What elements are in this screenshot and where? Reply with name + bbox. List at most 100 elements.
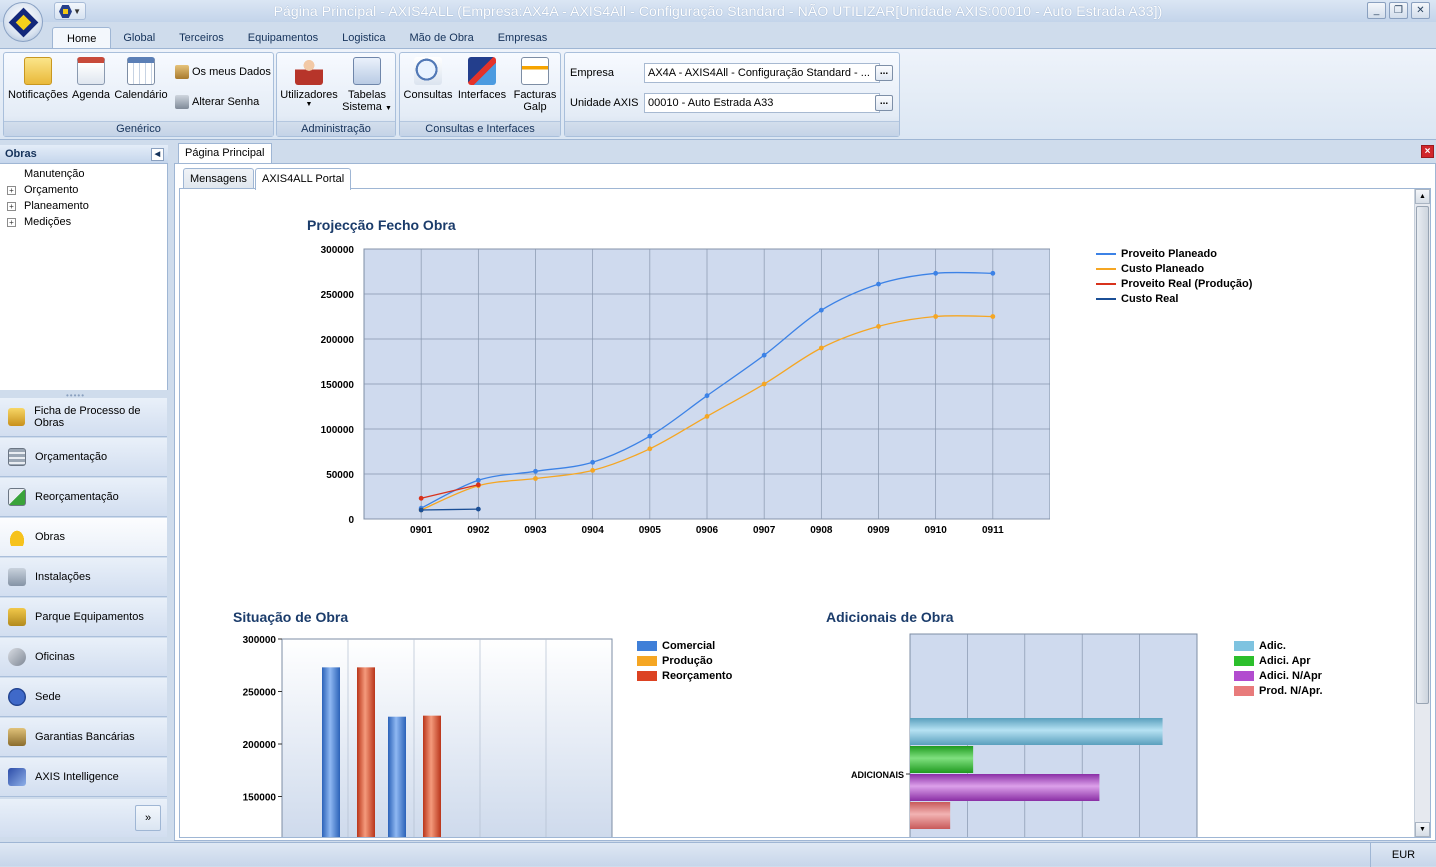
unidade-axis-label: Unidade AXIS <box>570 97 639 109</box>
tree-item-orcamento[interactable]: + Orçamento <box>7 182 78 198</box>
utilizadores-button[interactable]: Utilizadores ▼ <box>279 57 339 108</box>
chart1-data-point <box>933 270 939 276</box>
quick-access-toolbar-button[interactable]: ▼ <box>54 2 86 20</box>
more-nav-buttons[interactable]: » <box>135 805 161 831</box>
legend-item-custo-planeado: Custo Planeado <box>1096 261 1252 276</box>
nav-obras[interactable]: Obras <box>0 518 167 557</box>
nav-header-title: Obras <box>5 148 37 160</box>
interfaces-label: Interfaces <box>457 89 507 101</box>
empresa-label: Empresa <box>570 67 615 79</box>
chart2-bar <box>388 716 406 837</box>
tree-item-medicoes[interactable]: + Medições <box>7 214 71 230</box>
nav-axis-intelligence[interactable]: AXIS Intelligence <box>0 758 167 797</box>
cube-icon <box>8 768 26 786</box>
close-document-button[interactable]: × <box>1421 145 1434 158</box>
notificacoes-button[interactable]: Notificações <box>7 57 69 101</box>
chart1-x-tick-label: 0904 <box>582 525 605 536</box>
consultas-button[interactable]: Consultas <box>402 57 454 101</box>
expand-icon[interactable]: + <box>7 217 16 227</box>
close-window-button[interactable]: ✕ <box>1411 2 1430 19</box>
unidade-axis-field[interactable]: 00010 - Auto Estrada A33 <box>644 93 880 113</box>
nav-oficinas[interactable]: Oficinas <box>0 638 167 677</box>
chart1-y-tick-label: 250000 <box>321 290 355 301</box>
agenda-label: Agenda <box>72 89 110 101</box>
alterar-senha-label: Alterar Senha <box>192 96 260 108</box>
reorcamentacao-icon <box>8 488 26 506</box>
expand-icon[interactable]: + <box>7 185 16 195</box>
subtab-mensagens[interactable]: Mensagens <box>183 168 254 189</box>
ribbon-tabs: Home Global Terceiros Equipamentos Logis… <box>52 27 559 49</box>
expand-icon[interactable]: + <box>7 201 16 211</box>
nav-reorcamentacao[interactable]: Reorçamentação <box>0 478 167 517</box>
tree-item-planeamento[interactable]: + Planeamento <box>7 198 89 214</box>
nav-orcamentacao[interactable]: Orçamentação <box>0 438 167 477</box>
chart1-legend: Proveito Planeado Custo Planeado Proveit… <box>1096 246 1252 306</box>
tab-empresas[interactable]: Empresas <box>486 27 560 49</box>
nav-parque-equipamentos[interactable]: Parque Equipamentos <box>0 598 167 637</box>
building-icon <box>8 568 26 586</box>
group-generico-label: Genérico <box>4 121 273 136</box>
facturas-galp-button[interactable]: Facturas Galp <box>510 57 560 113</box>
nav-ficha-processo-obras[interactable]: Ficha de Processo de Obras <box>0 398 167 437</box>
meus-dados-button[interactable]: Os meus Dados <box>175 65 271 79</box>
utilizadores-label: Utilizadores <box>280 89 338 101</box>
nav-instalacoes[interactable]: Instalações <box>0 558 167 597</box>
chart1-x-tick-label: 0909 <box>867 525 890 536</box>
nav-button-label: Ficha de Processo de Obras <box>34 405 141 429</box>
scroll-thumb[interactable] <box>1416 206 1429 704</box>
agenda-button[interactable]: Agenda <box>70 57 112 101</box>
nav-footer: » <box>0 799 167 837</box>
subtab-axis4all-portal[interactable]: AXIS4ALL Portal <box>255 168 352 190</box>
legend-item-producao: Produção <box>637 653 732 668</box>
chart1-y-tick-label: 300000 <box>321 245 355 256</box>
tree-item-manutencao[interactable]: Manutenção <box>24 166 85 182</box>
chart1-data-point <box>533 476 538 481</box>
empresa-browse-button[interactable]: ... <box>875 65 893 81</box>
projeccao-fecho-obra-chart: 0 50000 100000 150000 200000 250000 300000 0901… <box>321 245 1050 536</box>
chart1-data-point <box>818 307 824 313</box>
tab-pagina-principal[interactable]: Página Principal <box>178 143 272 164</box>
chart1-data-point <box>475 506 481 512</box>
chart1-x-tick-label: 0905 <box>639 525 662 536</box>
excavator-icon <box>8 608 26 626</box>
scroll-up-button[interactable]: ▲ <box>1415 189 1430 204</box>
nav-sede[interactable]: Sede <box>0 678 167 717</box>
chart3-category-label: ADICIONAIS <box>851 770 904 780</box>
minimize-button[interactable]: _ <box>1367 2 1386 19</box>
restore-button[interactable]: ❐ <box>1389 2 1408 19</box>
chart1-data-point <box>704 393 710 399</box>
title-bar: Página Principal - AXIS4ALL (Empresa:AX4… <box>0 0 1436 22</box>
tab-logistica[interactable]: Logistica <box>330 27 397 49</box>
chart1-y-tick-label: 150000 <box>321 380 355 391</box>
axis-hex-icon <box>59 5 72 18</box>
scroll-down-button[interactable]: ▼ <box>1415 822 1430 837</box>
chart2-y-tick-label: 300000 <box>243 635 277 646</box>
tab-global[interactable]: Global <box>111 27 167 49</box>
chart1-x-tick-label: 0911 <box>982 525 1004 536</box>
application-menu-button[interactable] <box>3 2 43 42</box>
unidade-browse-button[interactable]: ... <box>875 95 893 111</box>
tabelas-sistema-button[interactable]: Tabelas Sistema ▼ <box>341 57 393 113</box>
tab-equipamentos[interactable]: Equipamentos <box>236 27 330 49</box>
chart1-series-line <box>421 508 479 511</box>
chart2-y-tick-label: 150000 <box>243 793 277 804</box>
nav-garantias-bancarias[interactable]: Garantias Bancárias <box>0 718 167 757</box>
nav-tree: Manutenção + Orçamento + Planeamento + M… <box>0 164 168 390</box>
ribbon: Notificações Agenda Calendário Os meus D… <box>0 48 1436 140</box>
calendario-button[interactable]: Calendário <box>113 57 169 101</box>
tab-home[interactable]: Home <box>52 27 112 49</box>
collapse-nav-button[interactable]: ◀ <box>151 148 164 161</box>
interfaces-button[interactable]: Interfaces <box>456 57 508 101</box>
tab-terceiros[interactable]: Terceiros <box>167 27 236 49</box>
nav-button-label: Obras <box>35 531 65 543</box>
legend-item-proveito-planeado: Proveito Planeado <box>1096 246 1252 261</box>
chart2-legend: Comercial Produção Reorçamento <box>637 638 732 683</box>
empresa-field[interactable]: AX4A - AXIS4All - Configuração Standard … <box>644 63 880 83</box>
chart1-data-point <box>647 446 653 452</box>
tabelas-dropdown-icon: ▼ <box>384 105 392 112</box>
tab-mao-de-obra[interactable]: Mão de Obra <box>398 27 486 49</box>
user-icon <box>295 57 323 85</box>
chart1-x-tick-label: 0910 <box>925 525 948 536</box>
vertical-scrollbar[interactable]: ▲ ▼ <box>1414 189 1430 837</box>
alterar-senha-button[interactable]: Alterar Senha <box>175 95 259 109</box>
